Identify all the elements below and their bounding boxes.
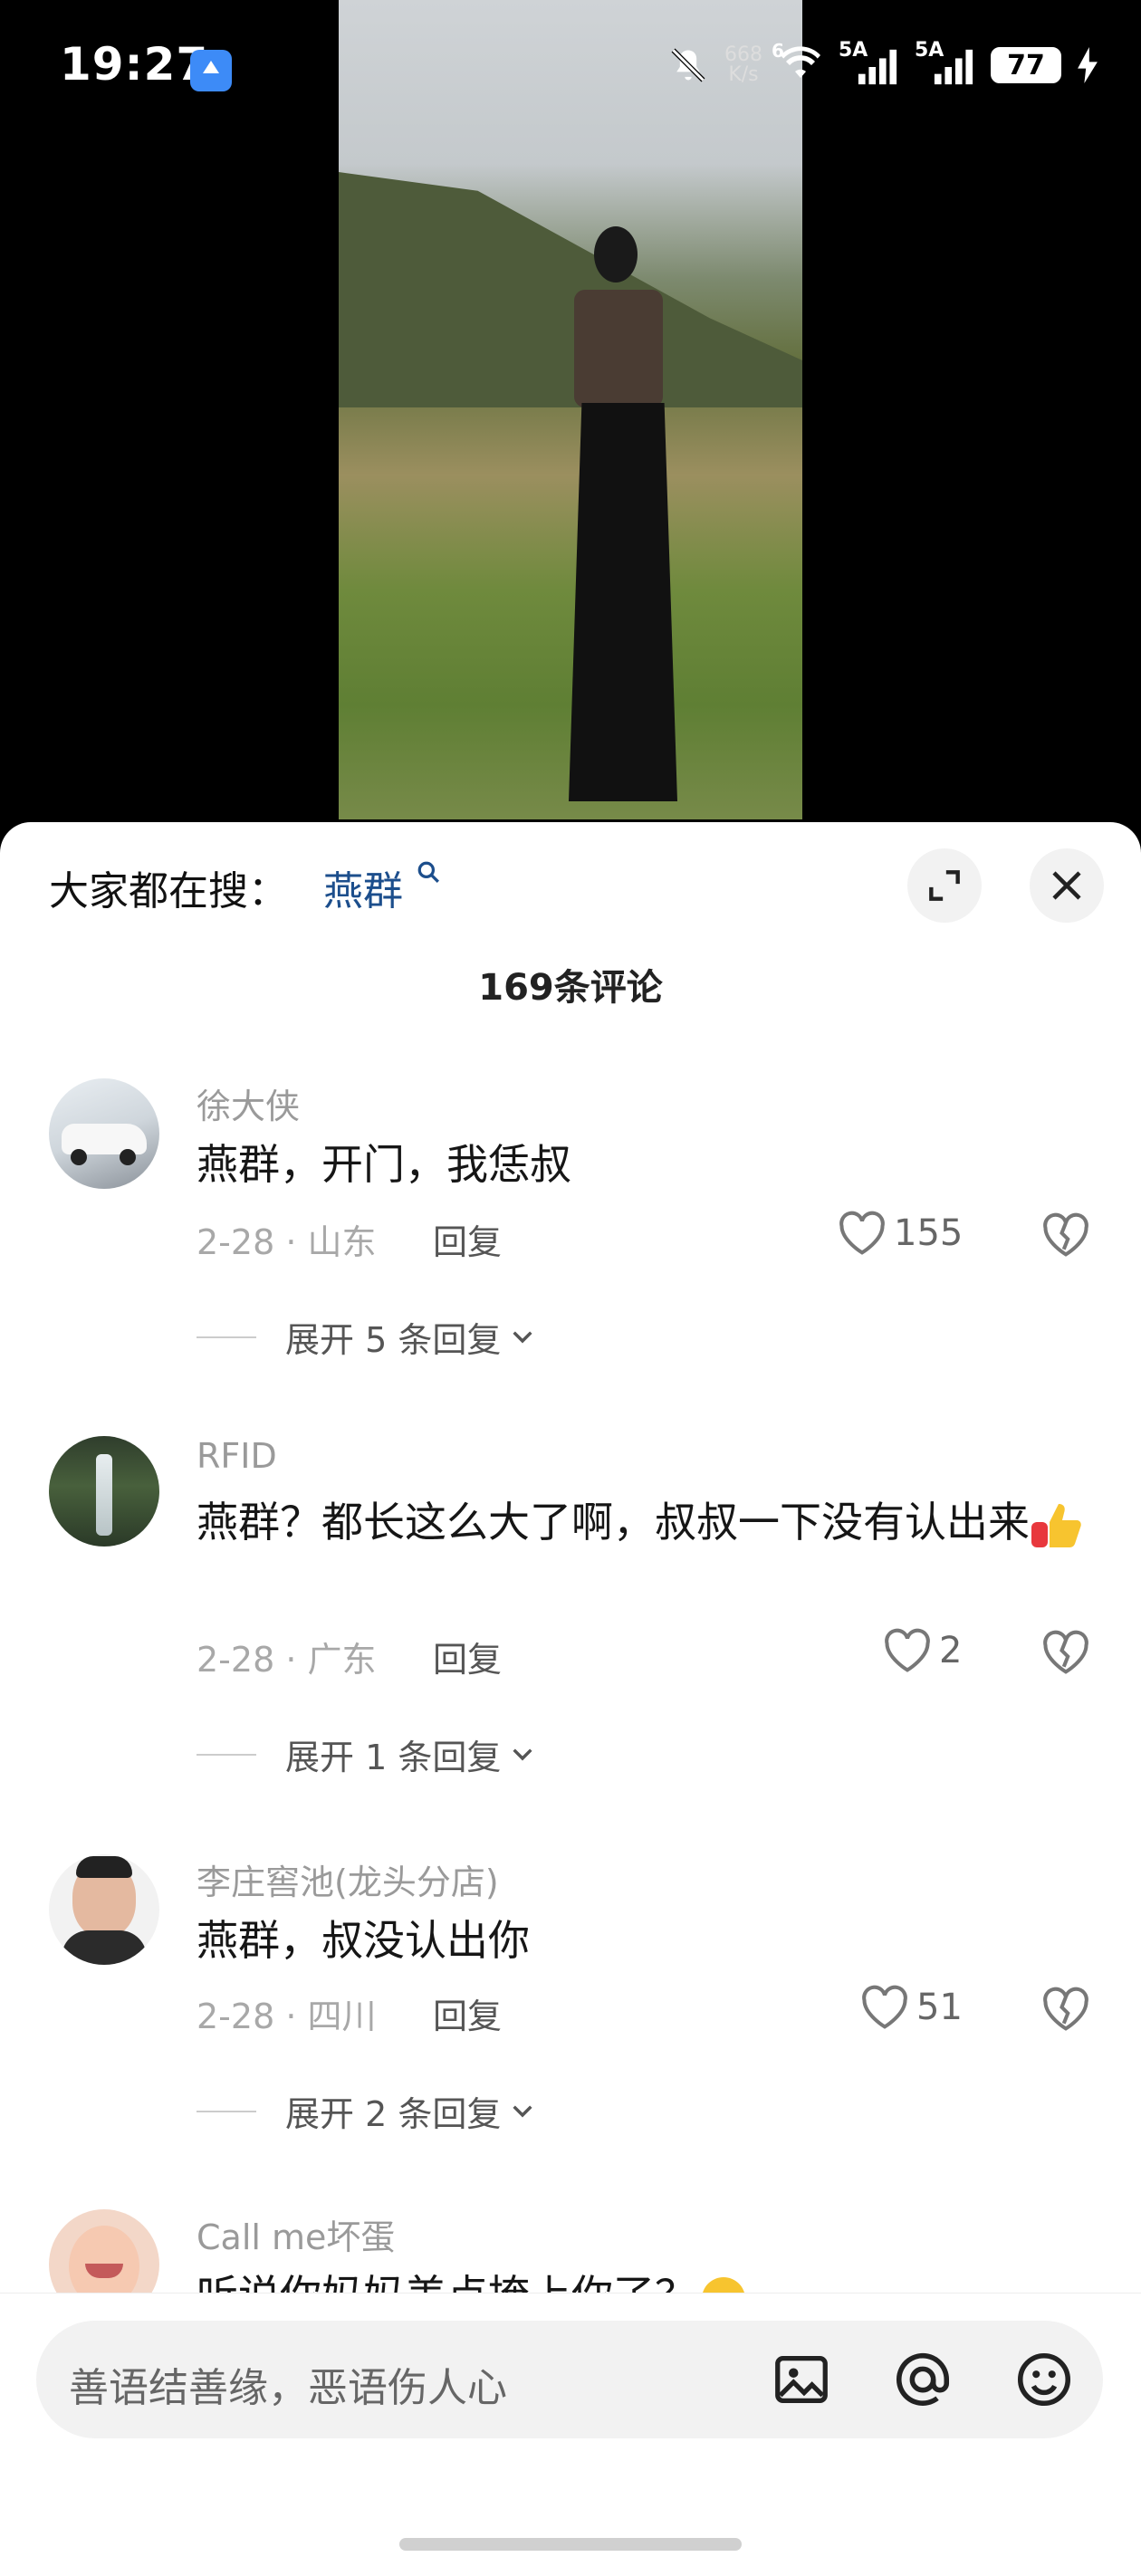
expand-button[interactable]	[907, 848, 982, 923]
chevron-down-icon	[513, 1330, 532, 1343]
like-button[interactable]: 2	[883, 1628, 962, 1673]
net-speed: 668 K/s	[724, 43, 762, 86]
thinking-emoji-icon	[702, 2276, 745, 2293]
wifi-icon: 6	[772, 40, 822, 85]
comment-username[interactable]: Call me坏蛋	[197, 2209, 395, 2259]
heart-icon	[839, 1211, 885, 1255]
status-time: 19:27	[60, 38, 209, 91]
signal-sim1-icon: 5A	[839, 40, 898, 85]
avatar[interactable]	[49, 1436, 159, 1547]
comment-meta: 2-28 · 广东	[197, 1640, 377, 1680]
like-count: 51	[916, 1987, 963, 2028]
expand-replies-button[interactable]: 展开 1 条回复	[197, 1729, 537, 1779]
reply-button[interactable]: 回复	[433, 1988, 502, 2038]
image-icon[interactable]	[770, 2348, 833, 2411]
broken-heart-icon[interactable]	[1041, 1987, 1090, 2032]
close-icon	[1052, 871, 1081, 900]
like-count: 2	[939, 1630, 963, 1671]
charging-bolt-icon	[1078, 47, 1098, 83]
status-bar: 19:27 668 K/s 6 5A 5A 77	[0, 0, 1141, 136]
broken-heart-icon[interactable]	[1041, 1212, 1090, 1258]
search-suggestion-prefix: 大家都在搜：	[49, 868, 288, 915]
comment-input-placeholder: 善语结善缘，恶语伤人心	[69, 2365, 507, 2411]
comment-meta: 2-28 · 山东	[197, 1222, 377, 1262]
heart-icon	[885, 1628, 930, 1672]
comment-count: 169条评论	[478, 967, 663, 1009]
at-icon[interactable]	[891, 2348, 954, 2411]
comment-input-bar: 善语结善缘，恶语伤人心	[0, 2293, 1141, 2576]
expand-replies-button[interactable]: 展开 5 条回复	[197, 1312, 537, 1362]
broken-heart-icon[interactable]	[1041, 1630, 1090, 1675]
avatar[interactable]	[49, 1078, 159, 1189]
comment-item: Call me坏蛋 听说你妈妈美点掩上你了？	[0, 2209, 1141, 2293]
comment-text[interactable]: 听说你妈妈美点掩上你了？	[197, 2265, 1084, 2293]
app-notification-icon	[190, 50, 232, 91]
like-count: 155	[894, 1212, 964, 1254]
avatar[interactable]	[49, 2209, 159, 2293]
avatar[interactable]	[49, 1854, 159, 1965]
reply-button[interactable]: 回复	[433, 1214, 502, 1264]
comment-username[interactable]: 徐大侠	[197, 1078, 300, 1128]
signal-sim2-icon: 5A	[915, 40, 974, 85]
heart-icon	[862, 1985, 907, 2029]
video-dancer	[556, 226, 683, 806]
chevron-down-icon	[513, 2104, 532, 2117]
status-indicators: 668 K/s 6 5A 5A 77	[668, 40, 1098, 86]
battery-icon: 77	[991, 47, 1061, 83]
divider	[197, 1336, 256, 1338]
home-indicator[interactable]	[399, 2538, 742, 2551]
comment-text[interactable]: 燕群，开门，我恁叔	[197, 1135, 1084, 1194]
comment-username[interactable]: 李庄窖池(龙头分店)	[197, 1854, 499, 1904]
chevron-down-icon	[513, 1748, 532, 1760]
expand-replies-button[interactable]: 展开 2 条回复	[197, 2086, 537, 2136]
comment-input[interactable]: 善语结善缘，恶语伤人心	[36, 2321, 1103, 2438]
search-suggestion-term[interactable]: 燕群	[323, 858, 403, 916]
comment-text[interactable]: 燕群？都长这么大了啊，叔叔一下没有认出来	[197, 1492, 1084, 1552]
divider	[197, 1753, 256, 1756]
thumbs-up-emoji-icon	[1031, 1503, 1081, 1547]
comment-meta: 2-28 · 四川	[197, 1997, 377, 2036]
reply-button[interactable]: 回复	[433, 1632, 502, 1681]
like-button[interactable]: 51	[860, 1985, 963, 2030]
mute-bell-icon	[671, 48, 705, 82]
close-button[interactable]	[1030, 848, 1104, 923]
smiley-icon[interactable]	[1012, 2348, 1076, 2411]
like-button[interactable]: 155	[838, 1211, 963, 1256]
search-icon	[417, 861, 439, 883]
divider	[197, 2110, 256, 2112]
comment-username[interactable]: RFID	[197, 1436, 277, 1476]
expand-icon	[929, 870, 960, 901]
comment-text[interactable]: 燕群，叔没认出你	[197, 1910, 1084, 1970]
